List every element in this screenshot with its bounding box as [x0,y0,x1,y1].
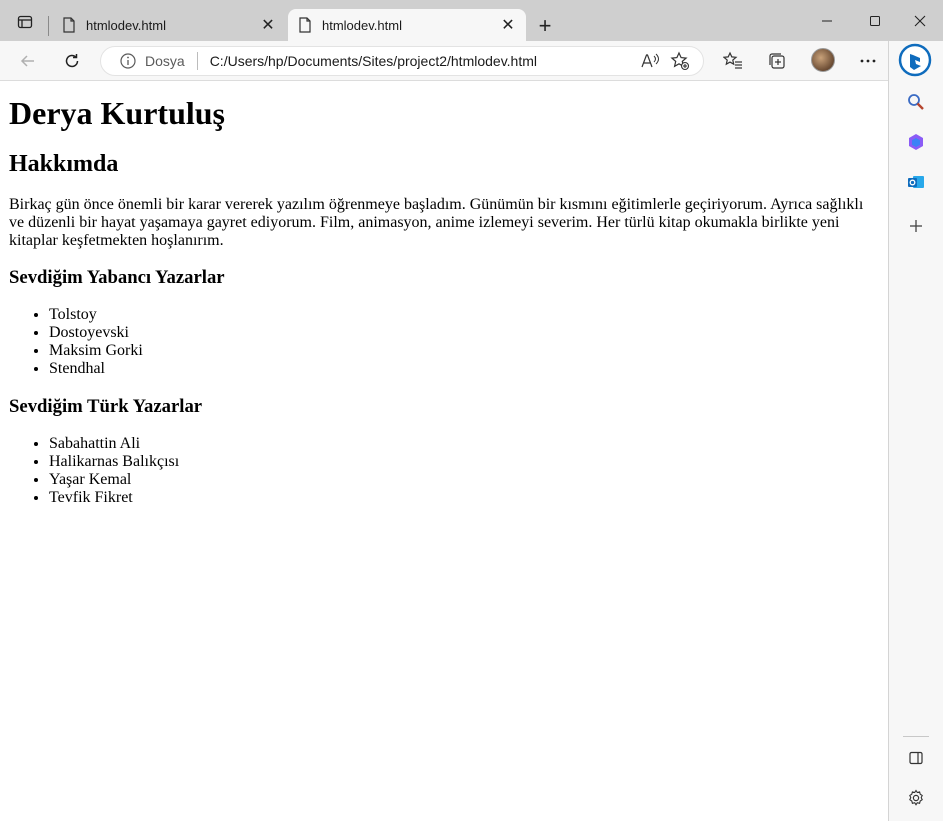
tab-active[interactable]: htmlodev.html ✕ [288,9,526,41]
more-icon[interactable] [852,45,884,77]
info-icon[interactable] [119,52,137,70]
favorites-icon[interactable] [717,45,749,77]
document-icon [299,17,311,33]
new-tab-button[interactable]: + [532,13,558,39]
close-tab-icon[interactable]: ✕ [254,11,282,39]
hide-sidebar-icon[interactable] [899,741,933,775]
about-heading: Hakkımda [9,151,119,177]
back-arrow-icon[interactable] [12,45,44,77]
office-icon[interactable] [899,125,933,159]
close-window-button[interactable] [897,6,943,36]
list-item: Halikarnas Balıkçısı [49,453,878,471]
page-title: Derya Kurtuluş [9,95,225,131]
document-icon [63,17,75,33]
list-item: Tevfik Fikret [49,489,878,507]
tab-actions-icon[interactable] [6,8,44,36]
page-content: Derya Kurtuluş Hakkımda Birkaç gün önce … [0,82,888,821]
search-icon[interactable] [899,85,933,119]
bing-icon[interactable] [898,43,932,77]
site-label: Dosya [145,53,185,69]
toolbar: Dosya C:/Users/hp/Documents/Sites/projec… [0,41,943,81]
turkish-authors-list: Sabahattin Ali Halikarnas Balıkçısı Yaşa… [9,435,878,507]
foreign-authors-heading: Sevdiğim Yabancı Yazarlar [9,267,225,288]
turkish-authors-heading: Sevdiğim Türk Yazarlar [9,396,203,417]
address-separator [196,52,198,70]
edge-sidebar [888,41,943,821]
tab-title: htmlodev.html [322,17,402,33]
outlook-icon[interactable] [899,165,933,199]
address-bar[interactable]: Dosya C:/Users/hp/Documents/Sites/projec… [100,46,704,76]
foreign-authors-list: Tolstoy Dostoyevski Maksim Gorki Stendha… [9,306,878,378]
url-text[interactable]: C:/Users/hp/Documents/Sites/project2/htm… [210,53,635,69]
list-item: Yaşar Kemal [49,471,878,489]
maximize-button[interactable] [852,6,898,36]
settings-icon[interactable] [899,781,933,815]
list-item: Dostoyevski [49,324,878,342]
sidebar-divider [903,736,929,737]
collections-icon[interactable] [761,45,793,77]
read-aloud-icon[interactable] [635,47,665,75]
list-item: Stendhal [49,360,878,378]
list-item: Sabahattin Ali [49,435,878,453]
tab-separator [48,16,49,36]
tab-inactive[interactable]: htmlodev.html ✕ [52,9,286,41]
refresh-icon[interactable] [56,45,88,77]
close-tab-icon[interactable]: ✕ [494,11,522,39]
profile-avatar[interactable] [811,48,835,72]
add-favorite-icon[interactable] [665,47,695,75]
list-item: Maksim Gorki [49,342,878,360]
about-text: Birkaç gün önce önemli bir karar vererek… [9,196,864,249]
tab-title: htmlodev.html [86,17,166,33]
minimize-button[interactable] [804,6,850,36]
tab-strip: htmlodev.html ✕ htmlodev.html ✕ + [0,0,943,41]
list-item: Tolstoy [49,306,878,324]
add-icon[interactable] [899,209,933,243]
